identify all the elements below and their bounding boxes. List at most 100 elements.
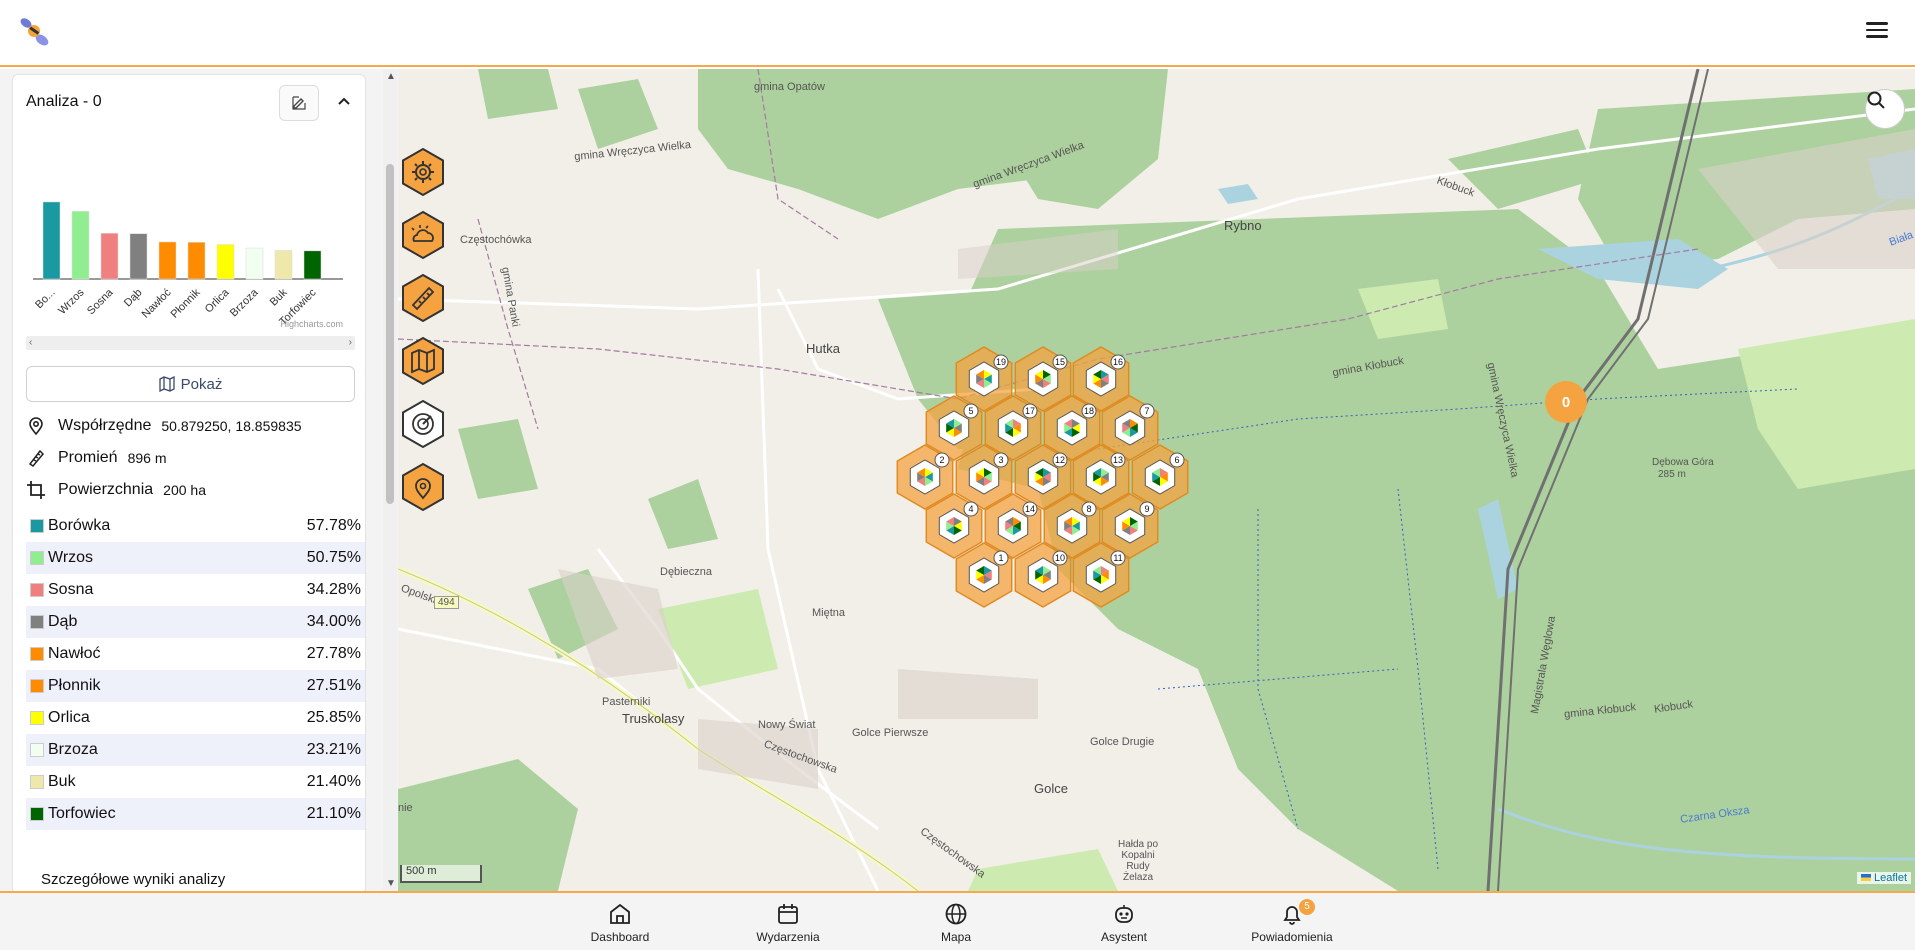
hex-number: 6	[1174, 455, 1179, 465]
chart-bar[interactable]	[274, 250, 293, 280]
legend-row: Wrzos 50.75%	[26, 542, 365, 574]
chart-tick-label: Dąb	[122, 287, 145, 310]
hex-number: 14	[1025, 504, 1035, 514]
legend-pct: 34.28%	[306, 581, 361, 598]
show-on-map-button[interactable]: Pokaż	[26, 366, 355, 402]
details-link[interactable]: Szczegółowe wyniki analizy	[41, 871, 225, 888]
chart-bar[interactable]	[187, 242, 206, 280]
robot-icon	[1115, 905, 1133, 923]
scroll-up-icon[interactable]: ▲	[386, 71, 396, 82]
radar-icon[interactable]	[398, 399, 448, 449]
collapse-button[interactable]	[331, 89, 357, 115]
hex-number: 5	[968, 406, 973, 416]
map-label: Golce	[1034, 781, 1068, 796]
analysis-sidebar: Analiza - 0 Bo... Wrzos Sosna Dąb Nawłoć Płon…	[0, 69, 398, 894]
legend-row: Nawłoć 27.78%	[26, 638, 365, 670]
legend-pct: 27.51%	[306, 677, 361, 694]
nav-dashboard[interactable]: Dashboard	[565, 901, 675, 944]
scroll-down-icon[interactable]: ▼	[386, 878, 396, 889]
legend-name: Brzoza	[48, 741, 98, 758]
chart-tick-label: Buk	[268, 286, 290, 308]
chart-bar[interactable]	[71, 211, 90, 280]
chart-tick-label: Sosna	[85, 286, 116, 317]
legend-row: Orlica 25.85%	[26, 702, 365, 734]
search-icon[interactable]	[1865, 89, 1905, 129]
ruler-icon	[28, 449, 45, 467]
chart-bar[interactable]	[100, 233, 119, 280]
hamburger-icon[interactable]	[1863, 18, 1891, 46]
hex-number: 1	[998, 553, 1003, 563]
nav-events[interactable]: Wydarzenia	[733, 901, 843, 944]
legend-name: Wrzos	[48, 549, 94, 566]
chart-bar[interactable]	[245, 247, 264, 280]
nav-map[interactable]: Mapa	[901, 901, 1011, 944]
species-legend: Borówka 57.78% Wrzos 50.75% Sosna 34.28% Dą…	[26, 510, 365, 830]
legend-swatch	[30, 743, 44, 757]
edit-button[interactable]	[279, 85, 319, 121]
chart-tick-label: Płonnik	[169, 286, 203, 320]
legend-row: Sosna 34.28%	[26, 574, 365, 606]
map-attribution[interactable]: Leaflet	[1856, 872, 1911, 884]
crop-icon	[27, 481, 45, 499]
coords-label: Współrzędne	[58, 417, 152, 434]
settings-icon[interactable]	[398, 147, 448, 197]
chart-bar[interactable]	[42, 201, 61, 280]
radius-label: Promień	[58, 449, 118, 466]
map-layers-icon[interactable]	[398, 336, 448, 386]
map-view[interactable]: 19 15 16 5 17 18 7 2 3 12 13 6 4 14 8 9 1 10 11 gmina Opat…	[398, 69, 1915, 891]
hex-number: 11	[1113, 553, 1122, 563]
location-pin-icon[interactable]	[398, 462, 448, 512]
hex-number: 10	[1055, 553, 1065, 563]
calendar-icon	[778, 904, 798, 924]
nav-notifications[interactable]: 5 Powiadomienia	[1237, 899, 1347, 944]
map-label: Dębieczna	[660, 566, 712, 578]
nav-label: Wydarzenia	[756, 930, 820, 944]
road-number: 494	[434, 596, 459, 609]
map-label: Hutka	[806, 341, 840, 356]
chart-bar[interactable]	[158, 241, 177, 280]
hex-number: 17	[1025, 406, 1035, 416]
sidebar-scrollbar[interactable]: ▲ ▼	[383, 69, 397, 891]
hex-number: 19	[996, 357, 1006, 367]
chart-bar[interactable]	[216, 244, 235, 280]
legend-name: Nawłoć	[48, 645, 101, 662]
chart-credits[interactable]: Highcharts.com	[280, 319, 343, 329]
legend-pct: 50.75%	[306, 549, 361, 566]
map-icon	[158, 376, 175, 392]
legend-pct: 23.21%	[306, 741, 361, 758]
hex-number: 15	[1055, 357, 1065, 367]
attribution-link[interactable]: Leaflet	[1874, 872, 1907, 884]
map-label: Rybno	[1224, 218, 1262, 233]
scrollbar-thumb[interactable]	[386, 164, 394, 504]
legend-name: Sosna	[48, 581, 94, 598]
legend-row: Dąb 34.00%	[26, 606, 365, 638]
legend-name: Torfowiec	[48, 805, 116, 822]
weather-icon[interactable]	[398, 210, 448, 260]
map-label: Hałda po Kopalni Rudy Żelaza	[1117, 839, 1159, 883]
map-label: Golce Pierwsze	[852, 727, 929, 739]
chart-bar[interactable]	[303, 250, 322, 280]
ruler-icon[interactable]	[398, 273, 448, 323]
hex-number: 8	[1086, 504, 1091, 514]
hex-number: 12	[1055, 455, 1065, 465]
map-tiles[interactable]: 19 15 16 5 17 18 7 2 3 12 13 6 4 14 8 9 1 10 11	[398, 69, 1915, 891]
scroll-right-icon[interactable]: ›	[349, 337, 352, 348]
radius-value: 896 m	[127, 450, 167, 466]
chart-tick-label: Wrzos	[56, 286, 87, 317]
scroll-left-icon[interactable]: ‹	[29, 337, 32, 348]
nav-assistant[interactable]: Asystent	[1069, 901, 1179, 944]
chart-bar[interactable]	[129, 233, 148, 280]
notification-badge: 5	[1299, 899, 1315, 915]
legend-pct: 34.00%	[306, 613, 361, 630]
legend-row: Płonnik 27.51%	[26, 670, 365, 702]
legend-name: Borówka	[48, 517, 111, 534]
legend-pct: 57.78%	[306, 517, 361, 534]
map-label: Golce Drugie	[1090, 736, 1155, 748]
bee-logo-icon[interactable]	[16, 14, 52, 48]
legend-pct: 25.85%	[306, 709, 361, 726]
legend-row: Borówka 57.78%	[26, 510, 365, 542]
cluster-marker[interactable]: 0	[1545, 381, 1587, 423]
legend-name: Buk	[48, 773, 76, 790]
chart-scrollbar[interactable]: ‹ ›	[26, 336, 355, 350]
chevron-up-icon	[338, 97, 350, 105]
